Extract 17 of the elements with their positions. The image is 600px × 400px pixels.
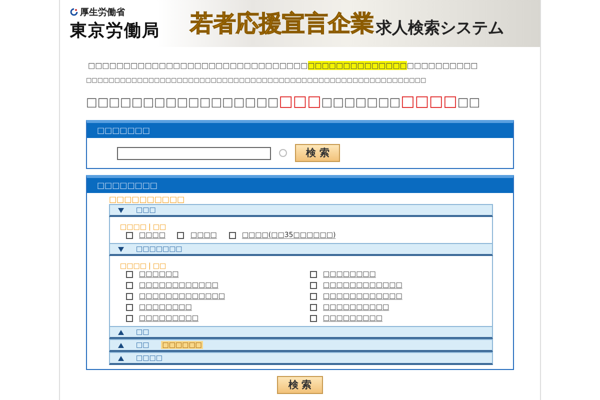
up-triangle-icon <box>118 342 124 348</box>
system-title: 求人検索システム <box>376 18 504 39</box>
panel-title: □□□□□□□□ <box>87 178 513 193</box>
down-triangle-icon <box>118 246 124 252</box>
panel-title: □□□□□□□ <box>87 123 513 138</box>
logo-icon <box>70 8 78 16</box>
down-triangle-icon <box>118 208 124 212</box>
up-triangle-icon <box>118 356 124 360</box>
headline-text: □□□□□□□□□□□□□□□□□□□□□□□□□□□□□□□□□ <box>86 92 482 110</box>
bureau-name: 東京労働局 <box>70 20 160 42</box>
up-triangle-icon <box>118 330 124 334</box>
ministry-name: 厚生労働省 <box>70 6 160 18</box>
system-title-highlight: 若者応援宣言企業 <box>190 10 374 39</box>
condition-label: □□□□□□□□□□ <box>109 195 186 204</box>
search-button[interactable]: 検 索 <box>295 144 340 162</box>
search-button[interactable]: 検 索 <box>277 376 323 394</box>
keyword-field[interactable] <box>117 146 271 160</box>
